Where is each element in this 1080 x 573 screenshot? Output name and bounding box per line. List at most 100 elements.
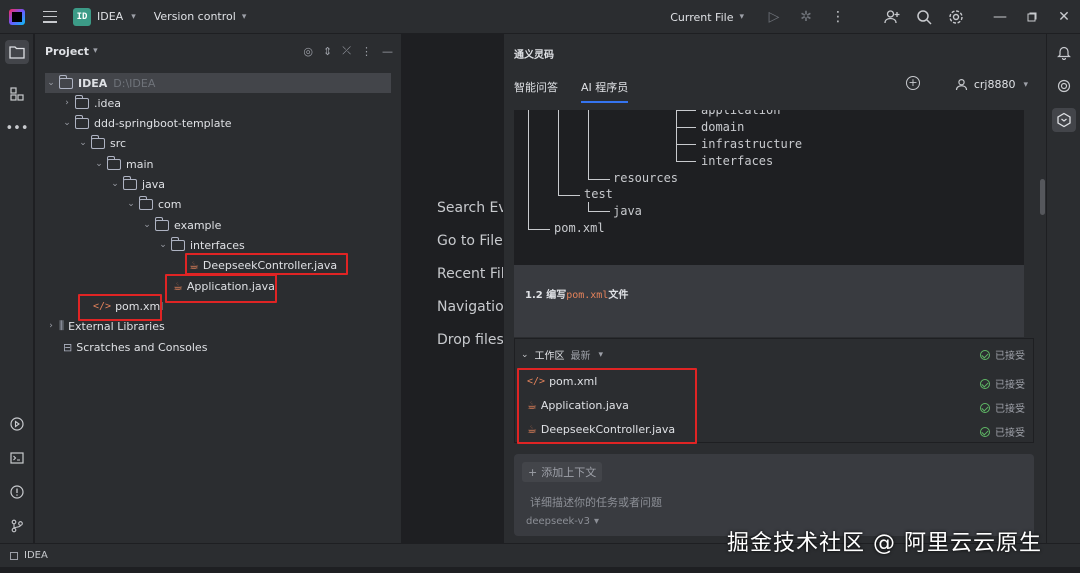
- chevron-down-icon[interactable]: ⌄: [125, 199, 137, 209]
- services-icon[interactable]: [5, 412, 29, 436]
- chat-input-placeholder[interactable]: 详细描述你的任务或者问题: [530, 494, 662, 510]
- chevron-down-icon: ▾: [1023, 79, 1028, 90]
- status-text: 已接受: [995, 351, 1025, 362]
- tree-node-label: java: [142, 177, 166, 191]
- hide-panel-icon[interactable]: —: [382, 45, 393, 58]
- file-status: 已接受: [980, 376, 1025, 391]
- structure-icon[interactable]: [5, 82, 29, 106]
- workspace-filter[interactable]: 最新: [571, 347, 591, 362]
- workspace-panel: ⌄ 工作区 最新 ▾ 已接受 </> pom.xml 已接受 ☕ Applica…: [514, 338, 1034, 444]
- more-tools-icon[interactable]: •••: [5, 116, 29, 140]
- locate-file-icon[interactable]: ◎: [303, 45, 313, 58]
- debug-icon[interactable]: ✲: [790, 0, 822, 34]
- highlight-deepseek-controller: [185, 253, 348, 275]
- chevron-down-icon[interactable]: ⌄: [157, 240, 169, 250]
- tree-node-interfaces[interactable]: ⌄ interfaces: [157, 235, 245, 255]
- workspace-status: 已接受: [980, 347, 1025, 362]
- project-switcher[interactable]: ID IDEA ▾: [73, 5, 136, 29]
- chevron-right-icon[interactable]: ›: [45, 321, 57, 331]
- new-chat-plus-icon[interactable]: +: [906, 76, 920, 90]
- run-config-label: Current File: [670, 10, 734, 24]
- right-tool-strip: [1046, 34, 1080, 543]
- problems-icon[interactable]: [5, 480, 29, 504]
- project-tool-folder-icon[interactable]: [5, 40, 29, 64]
- hint-navigation-bar: Navigation: [437, 299, 513, 315]
- watermark-text: 掘金技术社区 @ 阿里云云原生: [727, 531, 1042, 556]
- folder-icon: [107, 155, 121, 170]
- settings-gear-icon[interactable]: [940, 0, 972, 34]
- tongyi-lingma-panel: 通义灵码 智能问答 AI 程序员 + crj8880 ▾ application…: [503, 34, 1046, 543]
- file-status: 已接受: [980, 424, 1025, 439]
- ai-panel-title: 通义灵码: [514, 50, 554, 61]
- file-status: 已接受: [980, 400, 1025, 415]
- close-icon[interactable]: ✕: [1048, 0, 1080, 34]
- model-selector[interactable]: deepseek-v3 ▾: [526, 516, 599, 527]
- directory-tree-codeblock: application domain infrastructure interf…: [514, 110, 1024, 265]
- section-heading-file: pom.xml: [566, 290, 609, 301]
- ai-panel-scrollbar[interactable]: [1040, 179, 1045, 215]
- chat-input-box[interactable]: + 添加上下文 详细描述你的任务或者问题 deepseek-v3 ▾: [514, 454, 1034, 536]
- section-heading: 1.2 编写pom.xml文件: [525, 286, 628, 301]
- main-menu-icon[interactable]: [43, 10, 57, 23]
- user-icon: [955, 78, 967, 91]
- run-config-selector[interactable]: Current File ▾: [670, 11, 744, 24]
- expand-all-icon[interactable]: ⇕: [323, 45, 332, 58]
- tree-node-ddd-template[interactable]: ⌄ ddd-springboot-template: [61, 113, 232, 133]
- tongyi-lingma-icon[interactable]: [1052, 108, 1076, 132]
- notifications-bell-icon[interactable]: [1052, 40, 1076, 64]
- chevron-down-icon[interactable]: ⌄: [521, 350, 529, 360]
- chevron-down-icon[interactable]: ⌄: [77, 138, 89, 148]
- tree-node-com[interactable]: ⌄ com: [125, 194, 182, 214]
- check-circle-icon: [980, 426, 990, 437]
- vcs-widget[interactable]: Version control ▾: [154, 10, 247, 23]
- terminal-icon[interactable]: [5, 446, 29, 470]
- options-icon[interactable]: ⋮: [361, 45, 372, 58]
- vcs-label: Version control: [153, 10, 236, 23]
- check-circle-icon: [980, 349, 990, 360]
- code-line: java: [613, 204, 642, 218]
- section-heading-suffix: 文件: [608, 290, 629, 301]
- minimize-icon[interactable]: —: [984, 0, 1016, 34]
- tree-node-scratches[interactable]: ⊟ Scratches and Consoles: [57, 337, 207, 357]
- section-heading-prefix: 1.2 编写: [525, 290, 567, 301]
- more-actions-icon[interactable]: ⋮: [822, 0, 854, 34]
- hint-drop-files: Drop files: [437, 332, 504, 348]
- add-user-icon[interactable]: [876, 0, 908, 34]
- check-circle-icon: [980, 402, 990, 413]
- chevron-down-icon: ▾: [93, 46, 98, 56]
- restore-icon[interactable]: [1016, 0, 1048, 34]
- search-icon[interactable]: [908, 0, 940, 34]
- chevron-right-icon[interactable]: ›: [61, 98, 73, 108]
- run-icon[interactable]: ▷: [758, 0, 790, 34]
- tab-ai-programmer[interactable]: AI 程序员: [581, 79, 629, 103]
- git-branch-icon[interactable]: [5, 514, 29, 538]
- project-panel-title: Project: [45, 44, 90, 58]
- ai-assistant-icon[interactable]: [1052, 74, 1076, 98]
- tree-node-idea-root[interactable]: ⌄ IDEA D:\IDEA: [45, 73, 391, 93]
- status-text: 已接受: [995, 380, 1025, 391]
- status-project-name[interactable]: IDEA: [24, 550, 48, 561]
- add-context-label: 添加上下文: [541, 466, 597, 479]
- chevron-down-icon[interactable]: ⌄: [61, 118, 73, 128]
- folder-icon: [75, 94, 89, 109]
- tab-smart-qa[interactable]: 智能问答: [514, 79, 558, 95]
- tree-node-example[interactable]: ⌄ example: [141, 215, 221, 235]
- tree-node-java[interactable]: ⌄ java: [109, 174, 165, 194]
- workspace-label: 工作区: [534, 351, 565, 362]
- chevron-down-icon[interactable]: ⌄: [109, 179, 121, 189]
- chevron-down-icon[interactable]: ⌄: [141, 220, 153, 230]
- user-account-menu[interactable]: crj8880 ▾: [955, 78, 1028, 91]
- chevron-down-icon[interactable]: ⌄: [93, 159, 105, 169]
- tree-node-label: src: [110, 136, 127, 150]
- tree-node-src[interactable]: ⌄ src: [77, 133, 126, 153]
- plus-icon: +: [528, 465, 538, 479]
- tree-node-main[interactable]: ⌄ main: [93, 154, 153, 174]
- highlight-pom-xml: [78, 294, 162, 321]
- collapse-all-icon[interactable]: ⤫: [342, 44, 351, 58]
- folder-icon: [155, 216, 169, 231]
- project-tool-window: Project ▾ ◎ ⇕ ⤫ ⋮ — ⌄ IDEA D:\IDEA › .id…: [35, 34, 401, 543]
- workspace-header[interactable]: ⌄ 工作区 最新 ▾: [521, 347, 603, 363]
- tree-node-idea-folder[interactable]: › .idea: [61, 93, 121, 113]
- add-context-button[interactable]: + 添加上下文: [522, 462, 603, 482]
- chevron-down-icon[interactable]: ⌄: [45, 78, 57, 88]
